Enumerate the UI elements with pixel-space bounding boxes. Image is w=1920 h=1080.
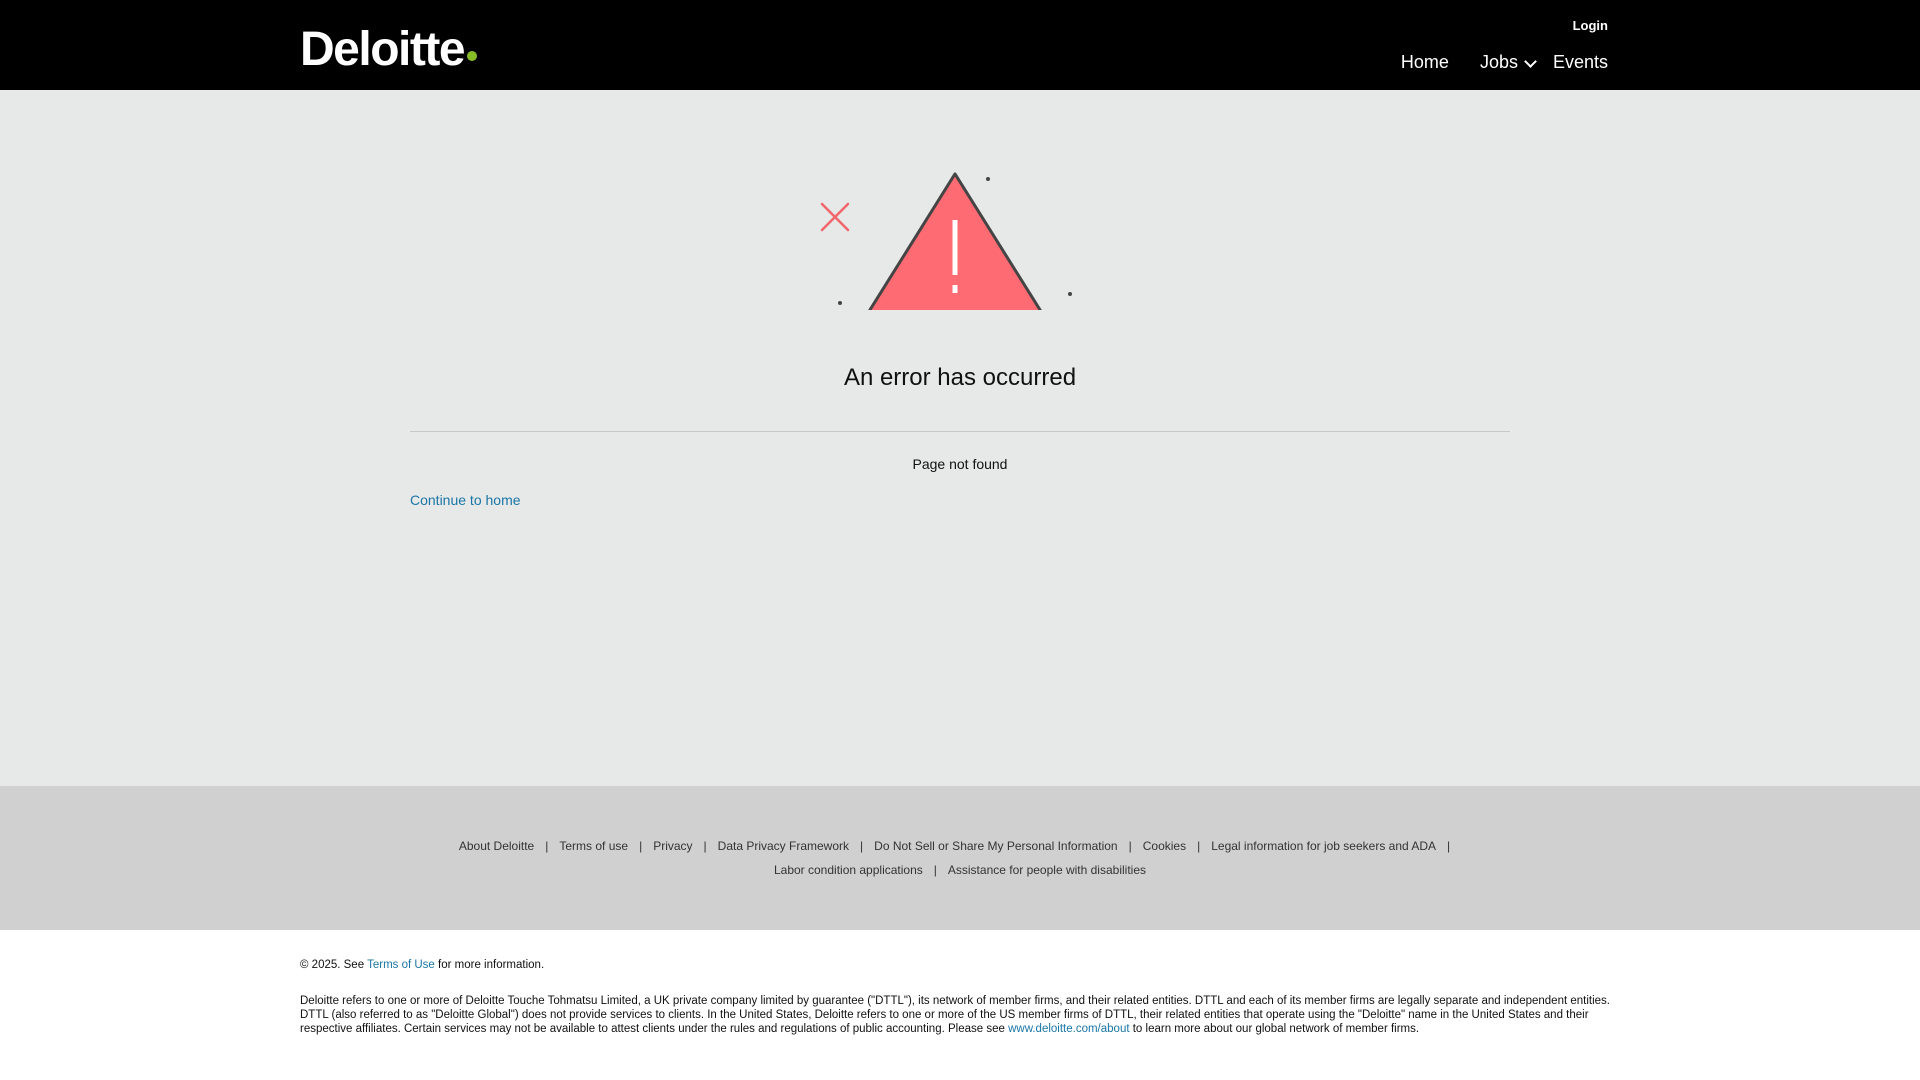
footer-link-assistance[interactable]: Assistance for people with disabilities: [948, 863, 1146, 877]
nav-jobs-label: Jobs: [1479, 52, 1518, 72]
footer-separator: |: [703, 839, 707, 853]
dot-decoration: [1068, 292, 1072, 296]
footer-links-row-2: Labor condition applications | Assistance …: [0, 863, 1920, 877]
footer-link-cookies[interactable]: Cookies: [1143, 839, 1186, 853]
copyright-suffix: for more information.: [434, 959, 545, 971]
footer-separator: |: [1128, 839, 1132, 853]
deloitte-about-link[interactable]: www.deloitte.com/about: [1008, 1023, 1129, 1035]
footer-links-row-1: About Deloitte | Terms of use | Privacy | Data…: [0, 839, 1920, 853]
footer-separator: |: [639, 839, 643, 853]
disclaimer-suffix: to learn more about our global network o…: [1129, 1023, 1420, 1035]
site-header: Deloitte Login Home Jobs Events: [0, 0, 1920, 90]
nav-home[interactable]: Home: [1401, 52, 1449, 73]
nav-jobs[interactable]: Jobs: [1479, 52, 1537, 73]
main-content: An error has occurred Page not found Con…: [0, 90, 1920, 786]
deloitte-logo[interactable]: Deloitte: [300, 22, 478, 78]
copyright: © 2025. See Terms of Use for more inform…: [300, 958, 544, 972]
footer-separator: |: [933, 863, 937, 877]
footer-link-do-not-sell[interactable]: Do Not Sell or Share My Personal Informa…: [874, 839, 1117, 853]
chevron-down-icon: [1524, 55, 1537, 68]
footer-link-labor-condition[interactable]: Labor condition applications: [774, 863, 923, 877]
divider: [410, 431, 1510, 432]
footer-link-terms[interactable]: Terms of use: [559, 839, 628, 853]
exclamation-bar: [952, 220, 958, 275]
footer-link-privacy[interactable]: Privacy: [653, 839, 692, 853]
copyright-prefix: © 2025. See: [300, 959, 368, 971]
login-link[interactable]: Login: [1573, 18, 1608, 33]
logo-text: Deloitte: [300, 23, 466, 76]
footer-link-about[interactable]: About Deloitte: [459, 839, 534, 853]
main-nav: Home Jobs Events: [1401, 52, 1608, 73]
cross-decoration-icon: [820, 202, 850, 232]
logo-dot: [467, 51, 478, 61]
error-title: An error has occurred: [843, 364, 1077, 391]
error-message: Page not found: [912, 456, 1008, 472]
footer-separator: |: [1447, 839, 1451, 853]
footer-links: About Deloitte | Terms of use | Privacy | Data…: [0, 786, 1920, 930]
footer-separator: |: [860, 839, 864, 853]
footer-separator: |: [545, 839, 549, 853]
dot-decoration: [986, 177, 990, 181]
exclamation-dot: [952, 285, 958, 293]
warning-triangle-icon: [820, 172, 1072, 310]
footer-separator: |: [1197, 839, 1201, 853]
terms-of-use-link[interactable]: Terms of Use: [367, 959, 435, 971]
footer-link-legal-info[interactable]: Legal information for job seekers and AD…: [1211, 839, 1436, 853]
footer-link-data-privacy-framework[interactable]: Data Privacy Framework: [718, 839, 849, 853]
continue-to-home-link[interactable]: Continue to home: [410, 492, 521, 508]
nav-events[interactable]: Events: [1553, 52, 1608, 73]
dot-decoration: [838, 301, 842, 305]
disclaimer: Deloitte refers to one or more of Deloit…: [300, 994, 1620, 1036]
